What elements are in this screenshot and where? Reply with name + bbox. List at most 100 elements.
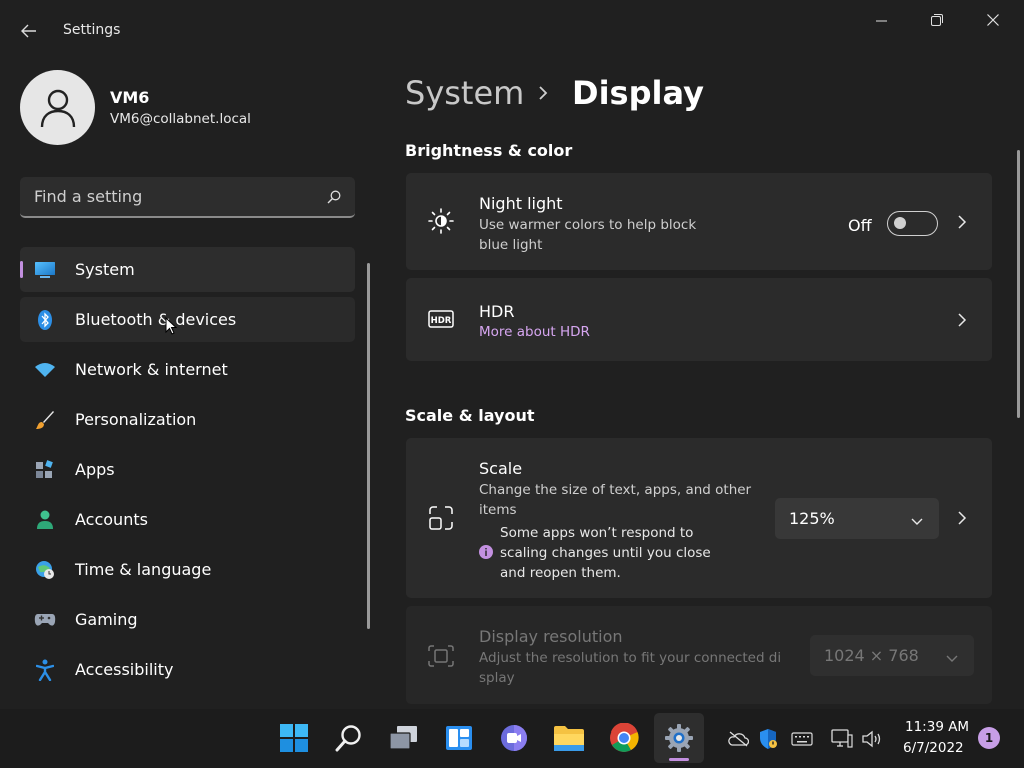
apps-icon — [34, 459, 56, 481]
hdr-icon: HDR — [428, 306, 454, 332]
sidebar-item-system[interactable]: System — [20, 247, 355, 292]
sidebar-item-personalization[interactable]: Personalization — [20, 397, 355, 442]
content-scrollbar[interactable] — [1017, 150, 1020, 418]
volume-icon[interactable] — [861, 728, 883, 750]
chevron-right-icon[interactable] — [954, 312, 970, 328]
scale-warning-2: scaling changes until you close — [500, 545, 711, 561]
back-button[interactable] — [14, 18, 44, 44]
accessibility-icon — [34, 659, 56, 681]
teams-chat-button[interactable] — [489, 713, 539, 763]
task-view-icon — [389, 726, 417, 750]
sidebar-item-label: Personalization — [75, 410, 197, 429]
sidebar-item-network[interactable]: Network & internet — [20, 347, 355, 392]
resolution-dropdown[interactable]: 1024 × 768 — [810, 635, 974, 676]
close-icon — [987, 14, 999, 26]
scale-dropdown[interactable]: 125% — [775, 498, 939, 539]
active-app-indicator — [669, 758, 689, 761]
person-icon — [34, 509, 56, 531]
sidebar-item-accounts[interactable]: Accounts — [20, 497, 355, 542]
chevron-right-icon[interactable] — [954, 214, 970, 230]
sidebar-item-label: Bluetooth & devices — [75, 310, 237, 329]
sidebar-item-label: Time & language — [75, 560, 212, 579]
sidebar-item-accessibility[interactable]: Accessibility — [20, 647, 355, 692]
keyboard-icon[interactable] — [791, 728, 813, 750]
night-light-toggle[interactable] — [887, 211, 938, 236]
scale-icon — [428, 505, 454, 531]
night-light-subtitle-2: blue light — [479, 237, 543, 253]
brightness-icon — [428, 208, 454, 234]
sidebar-item-label: Accounts — [75, 510, 148, 529]
mouse-cursor-icon — [165, 317, 177, 335]
taskbar-search-button[interactable] — [324, 713, 374, 763]
gamepad-icon — [34, 609, 56, 631]
minimize-button[interactable] — [858, 8, 904, 32]
user-email: VM6@collabnet.local — [110, 111, 251, 127]
security-shield-icon[interactable] — [757, 728, 779, 750]
sidebar-item-gaming[interactable]: Gaming — [20, 597, 355, 642]
resolution-icon — [428, 643, 454, 669]
sidebar-item-label: Network & internet — [75, 360, 228, 379]
sidebar-item-label: Apps — [75, 460, 115, 479]
breadcrumb-parent[interactable]: System — [405, 74, 524, 112]
user-name: VM6 — [110, 88, 150, 107]
chrome-button[interactable] — [599, 713, 649, 763]
taskbar-date[interactable]: 6/7/2022 — [903, 740, 964, 756]
night-light-state: Off — [848, 216, 872, 235]
back-arrow-icon — [21, 24, 36, 38]
chevron-down-icon — [911, 511, 923, 530]
scale-subtitle-1: Change the size of text, apps, and other — [479, 482, 752, 498]
folder-icon — [554, 726, 584, 751]
search-input[interactable] — [34, 187, 304, 206]
hdr-card[interactable]: HDR HDR More about HDR — [406, 278, 992, 361]
scale-value: 125% — [789, 509, 835, 528]
network-icon[interactable] — [831, 728, 853, 750]
sidebar-item-label: Accessibility — [75, 660, 174, 679]
gear-icon — [665, 724, 693, 752]
scale-title: Scale — [479, 459, 523, 478]
widgets-button[interactable] — [434, 713, 484, 763]
sidebar-item-apps[interactable]: Apps — [20, 447, 355, 492]
hdr-title: HDR — [479, 302, 515, 321]
onedrive-offline-icon[interactable] — [727, 728, 749, 750]
info-icon — [479, 545, 493, 559]
wifi-icon — [34, 359, 56, 381]
selection-indicator — [20, 261, 23, 278]
restore-button[interactable] — [914, 8, 960, 32]
file-explorer-button[interactable] — [544, 713, 594, 763]
hdr-link[interactable]: More about HDR — [479, 322, 590, 342]
sidebar-scrollbar[interactable] — [367, 263, 370, 629]
bluetooth-icon — [34, 309, 56, 331]
chevron-right-icon[interactable] — [954, 510, 970, 526]
search-icon — [335, 725, 361, 752]
section-title-brightness: Brightness & color — [405, 141, 573, 160]
start-button[interactable] — [269, 713, 319, 763]
sidebar-item-label: System — [75, 260, 135, 279]
task-view-button[interactable] — [379, 713, 429, 763]
restore-icon — [931, 14, 943, 26]
sidebar-item-bluetooth[interactable]: Bluetooth & devices — [20, 297, 355, 342]
resolution-card[interactable]: Display resolution Adjust the resolution… — [406, 606, 992, 704]
settings-taskbar-button[interactable] — [654, 713, 704, 763]
close-button[interactable] — [970, 8, 1016, 32]
avatar[interactable] — [20, 70, 95, 145]
resolution-value: 1024 × 768 — [824, 646, 919, 665]
globe-clock-icon — [34, 559, 56, 581]
chevron-down-icon — [946, 648, 958, 667]
monitor-icon — [34, 259, 56, 281]
search-box[interactable] — [20, 177, 355, 218]
night-light-subtitle-1: Use warmer colors to help block — [479, 217, 697, 233]
scale-card[interactable]: Scale Change the size of text, apps, and… — [406, 438, 992, 598]
taskbar-time[interactable]: 11:39 AM — [905, 719, 969, 735]
scale-warning-1: Some apps won’t respond to — [500, 525, 694, 541]
minimize-icon — [875, 20, 887, 21]
resolution-subtitle-2: splay — [479, 670, 515, 686]
search-icon[interactable] — [327, 189, 341, 208]
resolution-subtitle-1: Adjust the resolution to fit your connec… — [479, 650, 782, 666]
chat-icon — [501, 725, 527, 751]
svg-text:HDR: HDR — [431, 316, 452, 326]
notification-badge[interactable]: 1 — [978, 727, 1000, 749]
sidebar-item-label: Gaming — [75, 610, 138, 629]
night-light-card[interactable]: Night light Use warmer colors to help bl… — [406, 173, 992, 270]
toggle-knob — [894, 217, 906, 229]
sidebar-item-time-language[interactable]: Time & language — [20, 547, 355, 592]
